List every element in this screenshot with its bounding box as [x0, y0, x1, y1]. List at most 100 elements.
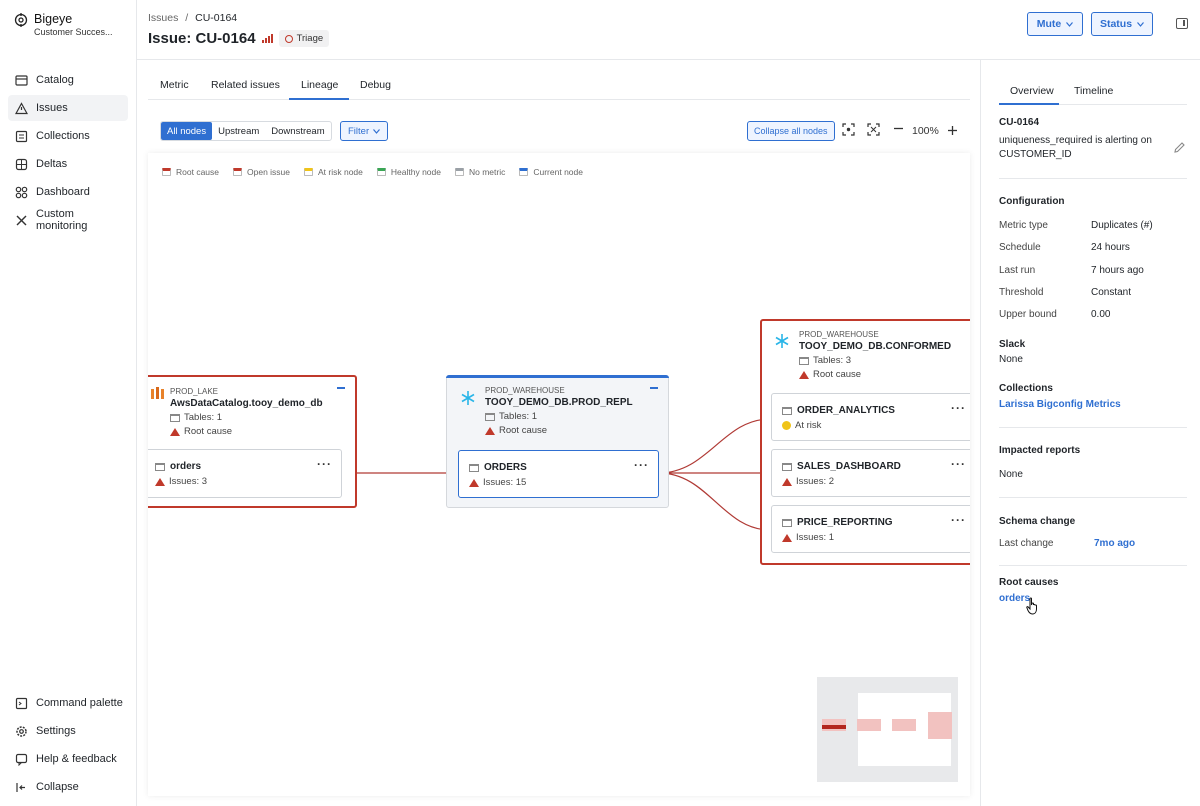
impacted-reports-heading: Impacted reports [999, 445, 1081, 456]
more-options-icon[interactable]: ··· [634, 458, 649, 472]
collapse-all-nodes-button[interactable]: Collapse all nodes [747, 121, 835, 141]
node-name: TOOY_DEMO_DB.PROD_REPL [485, 397, 633, 408]
more-options-icon[interactable]: ··· [951, 457, 966, 471]
tab-metric[interactable]: Metric [160, 79, 189, 91]
breadcrumb-issues-link[interactable]: Issues [148, 12, 178, 24]
hand-cursor-icon [1026, 597, 1037, 615]
table-name: SALES_DASHBOARD [797, 461, 901, 472]
config-label: Schedule [999, 242, 1041, 253]
focus-icon[interactable] [842, 123, 855, 136]
slack-heading: Slack [999, 339, 1026, 350]
collapse-node-icon[interactable] [650, 387, 658, 389]
sidebar-item-label: Command palette [36, 697, 123, 709]
tab-lineage[interactable]: Lineage [301, 79, 338, 91]
panel-toggle-icon[interactable] [1176, 18, 1188, 29]
lineage-canvas[interactable]: Root cause Open issue At risk node Healt… [148, 153, 970, 796]
lineage-table-orders-current[interactable]: ORDERS Issues: 15 ··· [458, 450, 659, 498]
sidebar-item-collapse[interactable]: Collapse [8, 774, 128, 800]
edit-pencil-icon[interactable] [1174, 142, 1185, 153]
sidebar-item-command-palette[interactable]: Command palette [8, 690, 128, 716]
sidebar-item-catalog[interactable]: Catalog [8, 67, 128, 93]
mute-button-label: Mute [1036, 18, 1062, 30]
node-status-label: Root cause [499, 425, 548, 436]
lineage-table-orders[interactable]: orders Issues: 3 ··· [148, 449, 342, 498]
sidebar-item-help[interactable]: Help & feedback [8, 746, 128, 772]
tab-timeline[interactable]: Timeline [1074, 85, 1113, 97]
zoom-in-icon[interactable] [947, 125, 958, 136]
sidebar-item-label: Catalog [36, 74, 74, 86]
sidebar-item-label: Collapse [36, 781, 79, 793]
node-database: PROD_WAREHOUSE [799, 330, 879, 339]
sidebar-item-custom-monitoring[interactable]: Custom monitoring [8, 207, 128, 233]
page-header: Issues / CU-0164 Issue: CU-0164 Triage M… [137, 0, 1200, 60]
table-issues: Issues: 2 [782, 476, 965, 487]
lineage-minimap[interactable] [817, 677, 958, 782]
table-issues-label: Issues: 2 [796, 476, 835, 487]
status-button-label: Status [1099, 18, 1133, 30]
more-options-icon[interactable]: ··· [951, 401, 966, 415]
collections-heading: Collections [999, 383, 1053, 394]
table-issues-label: Issues: 1 [796, 532, 835, 543]
tab-debug[interactable]: Debug [360, 79, 391, 91]
table-name: ORDER_ANALYTICS [797, 405, 895, 416]
tab-overview[interactable]: Overview [1010, 85, 1054, 97]
divider [999, 565, 1187, 566]
configuration-heading: Configuration [999, 196, 1065, 207]
gear-icon [16, 725, 27, 737]
lineage-table-sales-dashboard[interactable]: SALES_DASHBOARD Issues: 2 ··· [771, 449, 970, 497]
more-options-icon[interactable]: ··· [317, 457, 332, 471]
tab-related-issues[interactable]: Related issues [211, 79, 280, 91]
mute-button[interactable]: Mute [1027, 12, 1083, 36]
sidebar-item-label: Dashboard [36, 186, 90, 198]
warning-icon [485, 426, 495, 435]
lineage-node-prod-repl[interactable]: PROD_WAREHOUSE TOOY_DEMO_DB.PROD_REPL Ta… [446, 375, 669, 508]
divider [999, 497, 1187, 498]
sidebar-item-issues[interactable]: Issues [8, 95, 128, 121]
zoom-out-icon[interactable] [893, 127, 904, 130]
fit-view-icon[interactable] [867, 123, 880, 136]
collection-link[interactable]: Larissa Bigconfig Metrics [999, 399, 1121, 410]
sidebar-item-settings[interactable]: Settings [8, 718, 128, 744]
table-icon [782, 462, 792, 471]
panel-tabs: Overview Timeline [999, 80, 1187, 105]
schema-change-link[interactable]: 7mo ago [1094, 538, 1135, 549]
node-tables-count: Tables: 1 [170, 412, 323, 423]
chevron-down-icon [373, 128, 381, 134]
sidebar-item-deltas[interactable]: Deltas [8, 151, 128, 177]
direction-toggle: All nodes Upstream Downstream [160, 121, 332, 141]
lineage-node-prod-lake[interactable]: PROD_LAKE AwsDataCatalog.tooy_demo_db Ta… [148, 375, 357, 508]
table-name-row: ORDERS [469, 462, 648, 473]
warning-icon [469, 478, 479, 487]
sidebar-item-collections[interactable]: Collections [8, 123, 128, 149]
node-tables-label: Tables: 1 [499, 411, 538, 422]
lineage-node-conformed[interactable]: PROD_WAREHOUSE TOOY_DEMO_DB.CONFORMED Ta… [760, 319, 970, 565]
chevron-down-icon [1066, 21, 1074, 27]
collapse-node-icon[interactable] [337, 387, 345, 389]
active-tab-indicator [289, 98, 349, 100]
sidebar-item-label: Settings [36, 725, 76, 737]
page-title-row: Issue: CU-0164 Triage [148, 30, 330, 47]
status-button[interactable]: Status [1091, 12, 1153, 36]
node-name: AwsDataCatalog.tooy_demo_db [170, 398, 323, 409]
table-issues-label: Issues: 3 [169, 476, 208, 487]
sidebar-item-dashboard[interactable]: Dashboard [8, 179, 128, 205]
lineage-table-order-analytics[interactable]: ORDER_ANALYTICS At risk ··· [771, 393, 970, 441]
filter-button[interactable]: Filter [340, 121, 389, 141]
table-issues: Issues: 15 [469, 477, 648, 488]
status-badge: Triage [278, 30, 330, 47]
table-name-row: PRICE_REPORTING [782, 517, 965, 528]
table-icon [155, 462, 165, 471]
node-status: Root cause [799, 369, 951, 380]
table-name: ORDERS [484, 462, 527, 473]
lineage-table-price-reporting[interactable]: PRICE_REPORTING Issues: 1 ··· [771, 505, 970, 553]
table-icon [782, 406, 792, 415]
minimap-node [857, 719, 881, 731]
more-options-icon[interactable]: ··· [951, 513, 966, 527]
all-nodes-button[interactable]: All nodes [161, 122, 213, 140]
downstream-button[interactable]: Downstream [265, 122, 330, 140]
upstream-button[interactable]: Upstream [212, 122, 265, 140]
brand[interactable]: Bigeye Customer Succes... [14, 12, 113, 37]
table-icon [469, 463, 479, 472]
config-value: 0.00 [1091, 309, 1111, 320]
at-risk-icon [782, 421, 791, 430]
